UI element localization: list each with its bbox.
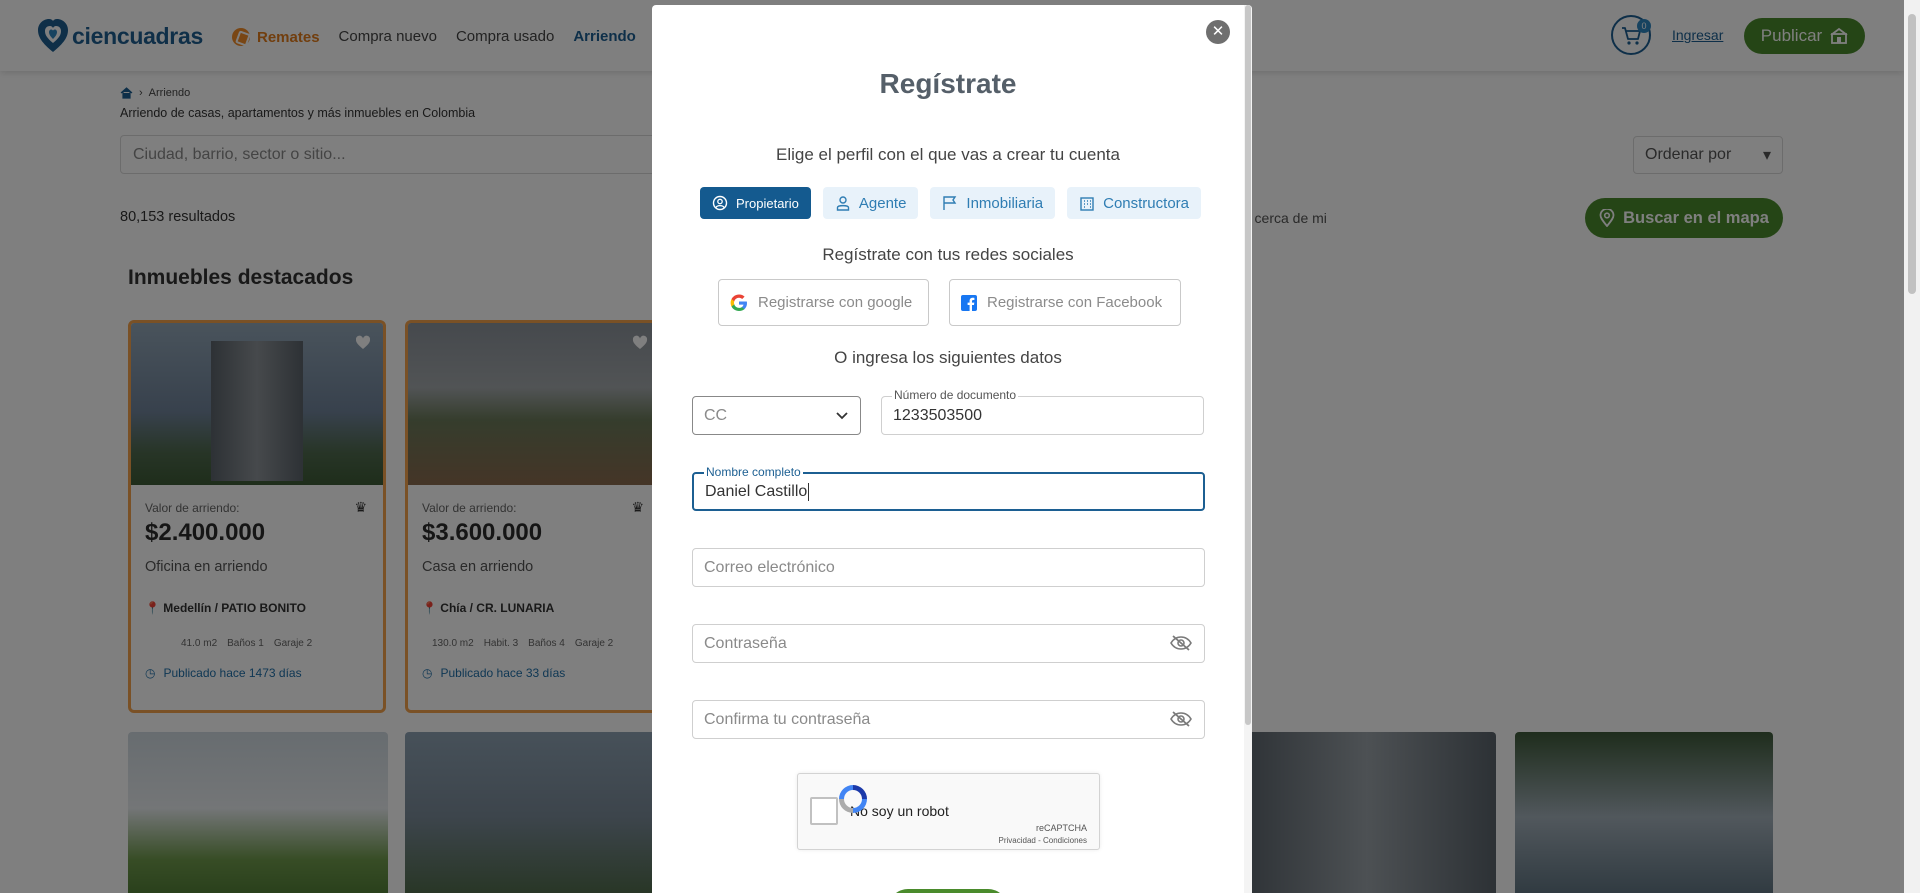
password-field[interactable]: Contraseña xyxy=(692,624,1205,663)
data-prompt: O ingresa los siguientes datos xyxy=(834,348,1062,367)
register-submit-button[interactable] xyxy=(888,889,1008,893)
profile-tab-constructora[interactable]: Constructora xyxy=(1067,187,1201,219)
recaptcha-checkbox[interactable] xyxy=(810,797,838,825)
recaptcha-logo-icon xyxy=(839,785,867,813)
page-scrollbar[interactable] xyxy=(1904,0,1920,893)
full-name-field[interactable]: Nombre completo Daniel Castillo xyxy=(692,465,1205,511)
eye-off-icon[interactable] xyxy=(1170,710,1192,728)
agent-icon xyxy=(836,196,850,211)
google-register-label: Registrarse con google xyxy=(758,294,913,311)
facebook-icon xyxy=(961,294,977,311)
text-cursor xyxy=(808,482,810,501)
close-icon[interactable]: ✕ xyxy=(1206,20,1230,44)
modal-scrollbar-thumb[interactable] xyxy=(1245,5,1251,725)
modal-title: Regístrate xyxy=(879,68,1017,99)
document-type-value: CC xyxy=(704,406,728,424)
google-register-button[interactable]: Registrarse con google xyxy=(718,279,929,326)
profile-tab-inmobiliaria[interactable]: Inmobiliaria xyxy=(930,187,1056,219)
user-circle-icon xyxy=(712,195,728,211)
building-icon xyxy=(1080,197,1094,211)
recaptcha-widget: No soy un robot reCAPTCHA Privacidad - C… xyxy=(797,773,1100,850)
full-name-value: Daniel Castillo xyxy=(705,482,808,500)
email-placeholder: Correo electrónico xyxy=(704,558,835,576)
google-icon xyxy=(730,294,747,311)
facebook-register-button[interactable]: Registrarse con Facebook xyxy=(949,279,1181,326)
recaptcha-terms[interactable]: Privacidad - Condiciones xyxy=(999,836,1088,845)
chevron-down-icon xyxy=(836,411,848,419)
profile-prompt: Elige el perfil con el que vas a crear t… xyxy=(776,145,1120,164)
facebook-register-label: Registrarse con Facebook xyxy=(987,294,1163,311)
document-number-field[interactable]: Número de documento 1233503500 xyxy=(881,388,1204,435)
profile-tab-agente[interactable]: Agente xyxy=(822,187,919,219)
profile-tabs: Propietario Agente Inmobiliaria Construc… xyxy=(700,187,1201,219)
modal-scrollbar[interactable] xyxy=(1244,5,1252,893)
flag-sign-icon xyxy=(943,196,957,210)
confirm-password-field[interactable]: Confirma tu contraseña xyxy=(692,700,1205,739)
confirm-password-placeholder: Confirma tu contraseña xyxy=(704,710,871,728)
profile-tab-propietario[interactable]: Propietario xyxy=(700,187,811,219)
full-name-label: Nombre completo xyxy=(704,465,803,479)
document-number-label: Número de documento xyxy=(892,388,1019,402)
password-placeholder: Contraseña xyxy=(704,634,787,652)
page-scrollbar-thumb[interactable] xyxy=(1908,14,1916,294)
document-number-value: 1233503500 xyxy=(893,406,982,424)
recaptcha-brand: reCAPTCHA xyxy=(1035,823,1087,833)
social-prompt: Regístrate con tus redes sociales xyxy=(822,245,1074,264)
eye-off-icon[interactable] xyxy=(1170,634,1192,652)
email-field[interactable]: Correo electrónico xyxy=(692,548,1205,587)
document-type-select[interactable]: CC xyxy=(692,396,861,435)
register-modal: ✕ Regístrate Elige el perfil con el que … xyxy=(652,5,1252,893)
